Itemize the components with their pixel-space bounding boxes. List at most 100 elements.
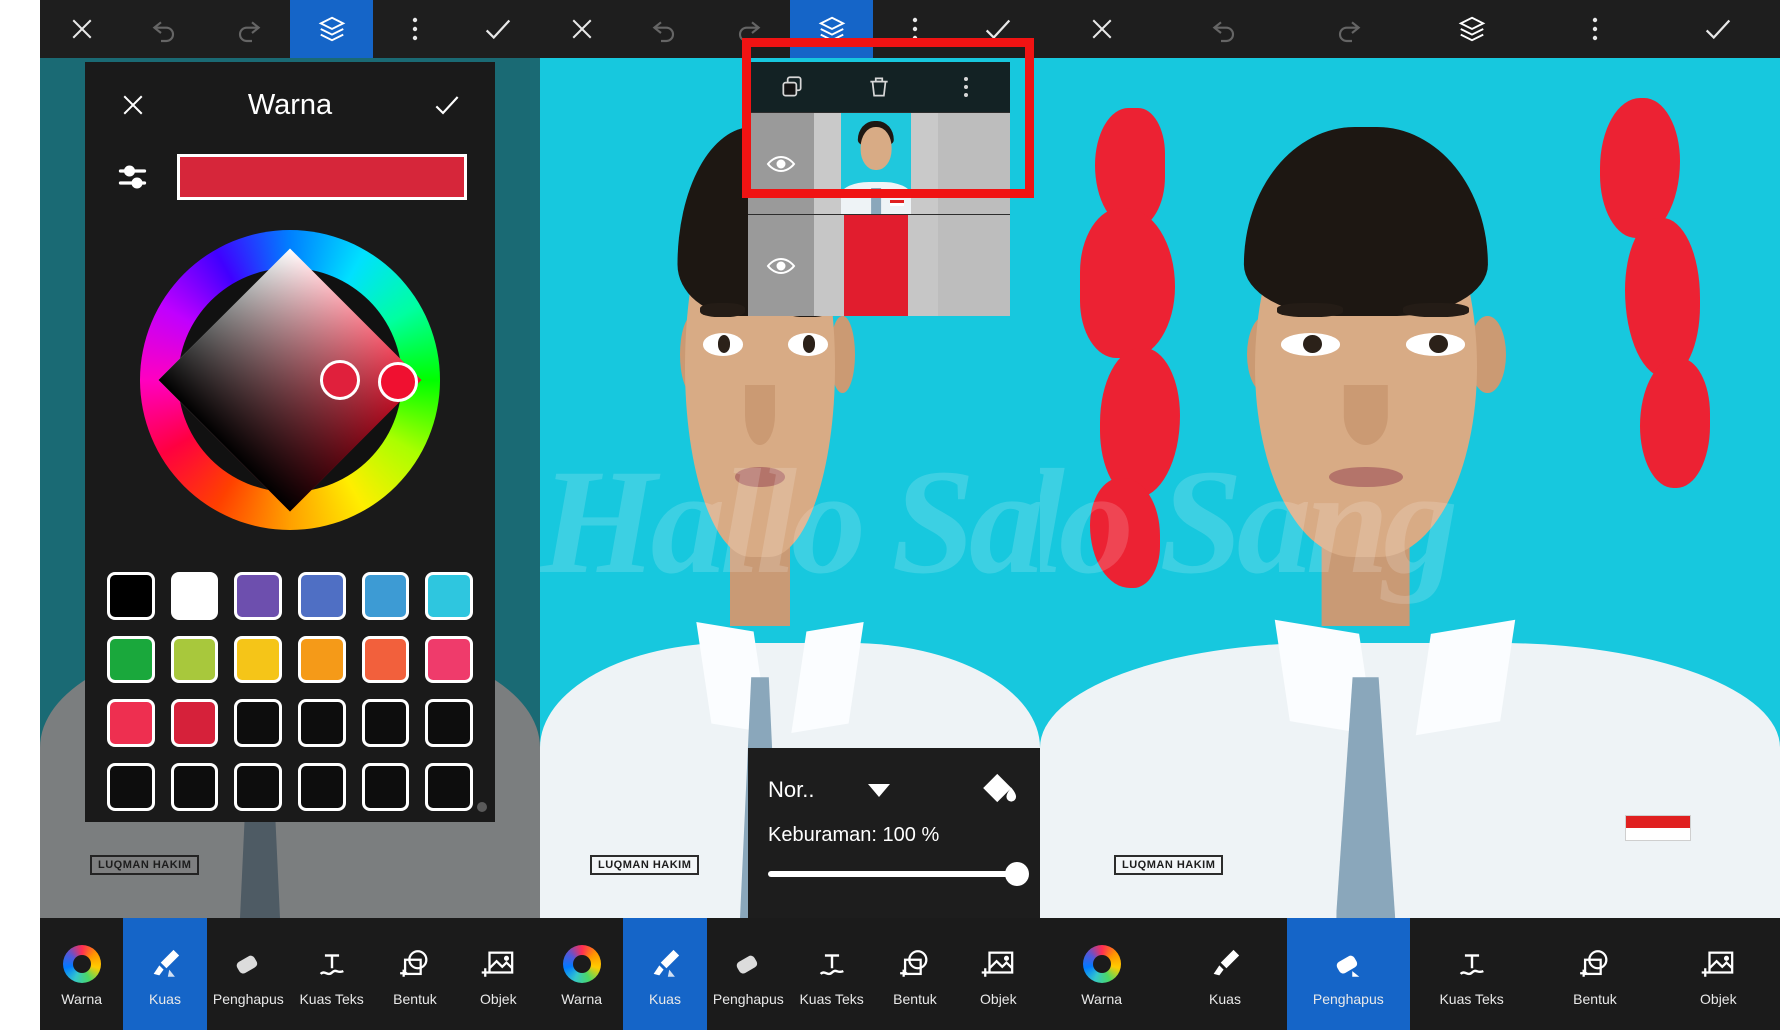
tool-label: Bentuk bbox=[393, 991, 437, 1007]
flag-patch bbox=[1625, 814, 1692, 841]
current-color-preview[interactable] bbox=[177, 154, 467, 200]
tool-penghapus[interactable]: Penghapus bbox=[707, 918, 790, 1030]
undo-icon[interactable] bbox=[123, 0, 206, 58]
undo-icon[interactable] bbox=[1163, 0, 1286, 58]
layer-row-photo[interactable] bbox=[748, 112, 1010, 214]
confirm-icon[interactable] bbox=[425, 83, 469, 127]
close-icon[interactable] bbox=[111, 83, 155, 127]
layer-thumb-pad bbox=[938, 215, 1010, 316]
sliders-icon[interactable] bbox=[113, 156, 155, 198]
swatch-empty[interactable] bbox=[425, 763, 474, 811]
swatch[interactable] bbox=[170, 572, 219, 620]
swatch[interactable] bbox=[361, 635, 410, 684]
tool-objek[interactable]: Objek bbox=[1657, 918, 1780, 1030]
tool-kuas-teks[interactable]: Kuas Teks bbox=[790, 918, 873, 1030]
swatch[interactable] bbox=[170, 635, 219, 684]
chevron-down-icon[interactable] bbox=[868, 783, 891, 797]
swatch[interactable] bbox=[234, 635, 283, 684]
duplicate-layer-icon[interactable] bbox=[748, 62, 835, 112]
opacity-slider[interactable] bbox=[768, 862, 1029, 886]
tool-bentuk[interactable]: Bentuk bbox=[1533, 918, 1656, 1030]
text-brush-icon bbox=[815, 942, 849, 986]
close-icon[interactable] bbox=[1040, 0, 1163, 58]
layers-icon[interactable] bbox=[789, 0, 874, 58]
swatch-empty[interactable] bbox=[361, 699, 410, 748]
swatch[interactable] bbox=[107, 572, 155, 620]
tool-bentuk[interactable]: Bentuk bbox=[873, 918, 956, 1030]
layers-icon[interactable] bbox=[289, 0, 374, 58]
undo-icon[interactable] bbox=[623, 0, 706, 58]
overflow-menu-icon[interactable] bbox=[373, 0, 456, 58]
swatch-empty[interactable] bbox=[234, 699, 283, 748]
layer-row-paint[interactable] bbox=[748, 214, 1010, 316]
swatch[interactable] bbox=[170, 699, 219, 748]
canvas-panel-3[interactable]: LUQMAN HAKIM Hallo Sang bbox=[1040, 58, 1780, 918]
tool-kuas-teks[interactable]: Kuas Teks bbox=[1410, 918, 1533, 1030]
swatch-empty[interactable] bbox=[425, 699, 474, 748]
tool-kuas[interactable]: Kuas bbox=[623, 918, 707, 1030]
swatch-empty[interactable] bbox=[298, 699, 346, 748]
tool-penghapus[interactable]: Penghapus bbox=[1286, 918, 1410, 1030]
redo-icon[interactable] bbox=[207, 0, 290, 58]
swatch[interactable] bbox=[234, 572, 283, 620]
tool-label: Penghapus bbox=[712, 991, 784, 1007]
swatch-empty[interactable] bbox=[234, 763, 283, 811]
swatch[interactable] bbox=[107, 635, 155, 684]
tool-penghapus[interactable]: Penghapus bbox=[207, 918, 290, 1030]
redo-icon[interactable] bbox=[707, 0, 790, 58]
color-wheel-icon bbox=[1082, 942, 1121, 986]
name-badge: LUQMAN HAKIM bbox=[1114, 855, 1224, 875]
swatch[interactable] bbox=[425, 572, 474, 620]
opacity-slider-knob[interactable] bbox=[1005, 862, 1029, 886]
tool-objek[interactable]: Objek bbox=[457, 918, 540, 1030]
tool-bentuk[interactable]: Bentuk bbox=[373, 918, 456, 1030]
blend-mode-select[interactable]: Nor.. bbox=[768, 777, 891, 803]
layers-dialog bbox=[748, 62, 1010, 316]
swatch-empty[interactable] bbox=[361, 763, 410, 811]
tool-label: Warna bbox=[561, 991, 603, 1007]
close-icon[interactable] bbox=[540, 0, 623, 58]
screenshot-root: LUQMAN HAKIM Warna Kuas Penghapus Kuas T… bbox=[0, 0, 1780, 1030]
text-brush-icon bbox=[315, 942, 349, 986]
close-icon[interactable] bbox=[40, 0, 123, 58]
confirm-icon[interactable] bbox=[457, 0, 540, 58]
swatch[interactable] bbox=[298, 572, 346, 620]
swatch-empty[interactable] bbox=[170, 763, 219, 811]
tool-warna[interactable]: Warna bbox=[1040, 918, 1163, 1030]
delete-layer-icon[interactable] bbox=[835, 62, 922, 112]
tool-kuas[interactable]: Kuas bbox=[123, 918, 207, 1030]
overflow-menu-icon[interactable] bbox=[873, 0, 956, 58]
layers-icon[interactable] bbox=[1410, 0, 1533, 58]
confirm-icon[interactable] bbox=[1657, 0, 1780, 58]
redo-icon[interactable] bbox=[1287, 0, 1410, 58]
swatch[interactable] bbox=[361, 572, 410, 620]
sv-selector-handle[interactable] bbox=[320, 360, 360, 400]
layer-menu-icon[interactable] bbox=[923, 62, 1010, 112]
swatch-empty[interactable] bbox=[107, 763, 155, 811]
swatch-empty[interactable] bbox=[298, 763, 346, 811]
tool-kuas[interactable]: Kuas bbox=[1163, 918, 1286, 1030]
overflow-menu-icon[interactable] bbox=[1533, 0, 1656, 58]
layer-thumbnail-paint[interactable] bbox=[814, 215, 938, 316]
tool-warna[interactable]: Warna bbox=[540, 918, 623, 1030]
bottom-toolbar-panel-2: Warna Kuas Penghapus Kuas Teks Bentuk Ob… bbox=[540, 918, 1040, 1030]
layer-thumbnail-photo[interactable] bbox=[814, 113, 938, 214]
swatch[interactable] bbox=[107, 699, 155, 748]
panel-layers: LUQMAN HAKIM Hallo Sang bbox=[540, 0, 1040, 1030]
swatch[interactable] bbox=[425, 635, 474, 684]
tool-kuas-teks[interactable]: Kuas Teks bbox=[290, 918, 373, 1030]
blend-mode-value: Nor.. bbox=[768, 777, 815, 802]
paint-bucket-icon[interactable] bbox=[978, 767, 1020, 814]
swatch[interactable] bbox=[298, 635, 346, 684]
name-badge: LUQMAN HAKIM bbox=[90, 855, 200, 875]
confirm-icon[interactable] bbox=[957, 0, 1040, 58]
color-wheel-picker[interactable] bbox=[140, 230, 440, 530]
tool-label: Kuas bbox=[149, 991, 181, 1007]
hue-selector-handle[interactable] bbox=[378, 362, 418, 402]
eye-icon[interactable] bbox=[748, 113, 814, 214]
eye-icon[interactable] bbox=[748, 215, 814, 316]
name-badge: LUQMAN HAKIM bbox=[590, 855, 700, 875]
tool-objek[interactable]: Objek bbox=[957, 918, 1040, 1030]
tool-warna[interactable]: Warna bbox=[40, 918, 123, 1030]
layer-thumb-portrait bbox=[841, 113, 911, 214]
